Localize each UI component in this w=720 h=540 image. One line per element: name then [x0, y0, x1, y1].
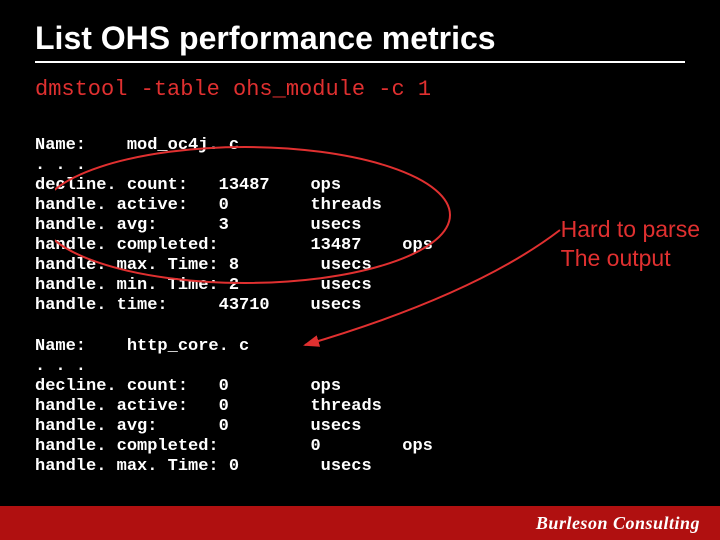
metric-row: handle. avg: 0 usecs	[35, 417, 361, 436]
name-line: Name: mod_oc4j. c	[35, 136, 239, 155]
slide: List OHS performance metrics dmstool -ta…	[0, 0, 720, 540]
metric-row: handle. avg: 3 usecs	[35, 216, 361, 235]
metric-row: handle. max. Time: 8 usecs	[35, 256, 372, 275]
metric-row: decline. count: 13487 ops	[35, 176, 341, 195]
output-block-1: Name: mod_oc4j. c . . . decline. count: …	[35, 116, 685, 477]
annotation: Hard to parse The output	[561, 215, 700, 273]
annotation-line: Hard to parse	[561, 215, 700, 244]
metric-row: handle. completed: 13487 ops	[35, 236, 433, 255]
metric-row: handle. max. Time: 0 usecs	[35, 457, 372, 476]
annotation-line: The output	[561, 244, 700, 273]
command-line: dmstool -table ohs_module -c 1	[35, 77, 685, 102]
metric-row: decline. count: 0 ops	[35, 377, 341, 396]
ellipsis: . . .	[35, 156, 86, 175]
metric-row: handle. active: 0 threads	[35, 196, 382, 215]
name-line: Name: http_core. c	[35, 337, 249, 356]
ellipsis: . . .	[35, 357, 86, 376]
title-underline	[35, 61, 685, 63]
metric-row: handle. completed: 0 ops	[35, 437, 433, 456]
metric-row: handle. active: 0 threads	[35, 397, 382, 416]
footer-brand: Burleson Consulting	[536, 513, 700, 534]
metric-row: handle. time: 43710 usecs	[35, 296, 361, 315]
slide-title: List OHS performance metrics	[35, 20, 685, 57]
metric-row: handle. min. Time: 2 usecs	[35, 276, 372, 295]
footer-bar: Burleson Consulting	[0, 506, 720, 540]
